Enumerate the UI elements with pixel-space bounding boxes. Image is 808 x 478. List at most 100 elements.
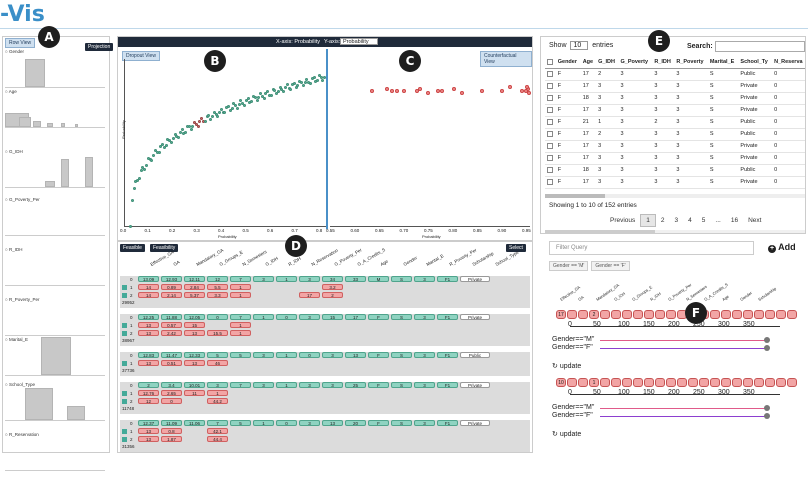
counterfactual-point[interactable] [402,89,406,93]
dropout-point[interactable] [157,151,161,155]
dropout-point[interactable] [246,97,250,101]
fairness-segment[interactable] [721,378,731,387]
fairness-segment[interactable] [578,310,588,319]
dropout-point[interactable] [164,143,168,147]
row-checkbox[interactable] [547,142,553,149]
fairness-segment[interactable] [622,378,632,387]
fairness-handle[interactable] [764,345,770,351]
attribute-r-reservation[interactable]: ○ R_Reservation [5,432,109,478]
dropout-point[interactable] [178,130,182,134]
table-header-cell[interactable]: Marital_E [707,56,739,69]
dropout-point[interactable] [136,179,140,183]
dropout-point[interactable] [237,102,241,106]
dropout-point[interactable] [150,158,154,162]
fairness-segment[interactable] [732,378,742,387]
fairness-segment[interactable] [743,310,753,319]
counterfactual-point[interactable] [385,87,389,91]
table-row[interactable]: F 21 1 3 2 3 S Public 0 [545,116,805,129]
dropout-point[interactable] [210,115,214,119]
dropout-point[interactable] [139,168,143,172]
table-row[interactable]: F 17 3 3 3 3 S Private 0 [545,80,805,93]
dropout-point[interactable] [296,84,300,88]
table-row[interactable]: F 17 3 3 3 3 S Private 0 [545,176,805,189]
dropout-point[interactable] [191,125,195,129]
dropout-point[interactable] [177,136,181,140]
dropout-point[interactable] [303,80,307,84]
dropout-point[interactable] [284,86,288,90]
dropout-point[interactable] [130,199,134,203]
fairness-segment[interactable] [699,378,709,387]
fairness-segment[interactable] [666,378,676,387]
fairness-segment[interactable] [655,310,665,319]
fairness-segment[interactable] [567,378,577,387]
dropout-point[interactable] [276,89,280,93]
dropout-point[interactable] [218,110,222,114]
dropout-point[interactable] [250,100,254,104]
feasible-tab[interactable]: Feasible [120,244,145,252]
table-header-cell[interactable]: G_Poverty [618,56,653,69]
dropout-point[interactable] [169,141,173,145]
dropout-point[interactable] [266,90,270,93]
table-row[interactable]: F 17 3 3 3 3 S Private 0 [545,140,805,153]
counterfactual-point[interactable] [440,89,444,93]
fairness-segment[interactable] [611,378,621,387]
dropout-point[interactable] [189,128,193,132]
counterfactual-point[interactable] [390,89,394,93]
table-row[interactable]: F 18 3 3 3 3 S Public 0 [545,164,805,177]
fairness-segment[interactable] [644,378,654,387]
row-checkbox[interactable] [122,399,127,404]
fairness-segment[interactable] [567,310,577,319]
dropout-point[interactable] [209,117,213,121]
counterfactual-point[interactable] [452,87,456,91]
counterfactual-point[interactable] [524,89,528,93]
dropout-point[interactable] [132,187,136,191]
pagination-previous[interactable]: Previous [605,215,640,226]
row-checkbox[interactable] [122,323,127,328]
update-button[interactable]: ↻ update [552,430,581,438]
add-filter-button[interactable]: + Add [768,242,796,253]
dropout-point[interactable] [196,124,200,128]
fairness-handle[interactable] [764,413,770,419]
attribute-g-poverty-per[interactable]: ○ G_Poverty_Per [5,197,109,243]
fairness-segment[interactable] [578,378,588,387]
pagination-4[interactable]: 4 [683,215,697,226]
row-view-tab[interactable]: Row View [5,38,36,48]
fairness-segment[interactable] [644,310,654,319]
dropout-point[interactable] [152,153,156,157]
table-hscroll[interactable] [545,230,805,233]
dropout-point[interactable] [203,120,207,124]
counterfactual-plot[interactable] [330,59,531,227]
fairness-segment[interactable] [776,310,786,319]
fairness-segment[interactable] [765,378,775,387]
fairness-segment[interactable] [688,378,698,387]
row-checkbox[interactable] [547,178,553,185]
table-header-cell[interactable]: R_Poverty [674,56,708,69]
search-input[interactable] [715,41,805,52]
attribute-age[interactable]: ○ Age [5,89,109,135]
fairness-segment[interactable]: 2 [589,310,599,319]
fairness-segment[interactable] [600,310,610,319]
row-checkbox[interactable] [547,106,553,113]
row-checkbox[interactable] [547,70,553,77]
fairness-handle[interactable] [764,405,770,411]
pagination-3[interactable]: 3 [670,215,684,226]
attribute-r-idh[interactable]: ○ R_IDH [5,247,109,293]
fairness-segment[interactable] [721,310,731,319]
fairness-segment[interactable] [622,310,632,319]
fairness-segment[interactable] [787,310,797,319]
row-checkbox[interactable] [122,437,127,442]
select-all-checkbox[interactable] [547,58,553,65]
dropout-point[interactable] [321,78,325,82]
counterfactual-point[interactable] [460,91,464,95]
fairness-segment[interactable] [666,310,676,319]
counterfactual-point[interactable] [370,89,374,93]
table-row[interactable]: F 17 3 3 3 3 S Private 0 [545,152,805,165]
table-row[interactable]: F 17 3 3 3 3 S Private 0 [545,104,805,117]
fairness-segment[interactable] [633,378,643,387]
fairness-segment[interactable]: 10 [556,378,566,387]
dropout-point[interactable] [171,137,175,141]
table-header-cell[interactable]: School_Ty [738,56,773,69]
attribute-g-idh[interactable]: ○ G_IDH [5,149,109,195]
fairness-segment[interactable] [600,378,610,387]
dropout-point[interactable] [257,96,261,100]
